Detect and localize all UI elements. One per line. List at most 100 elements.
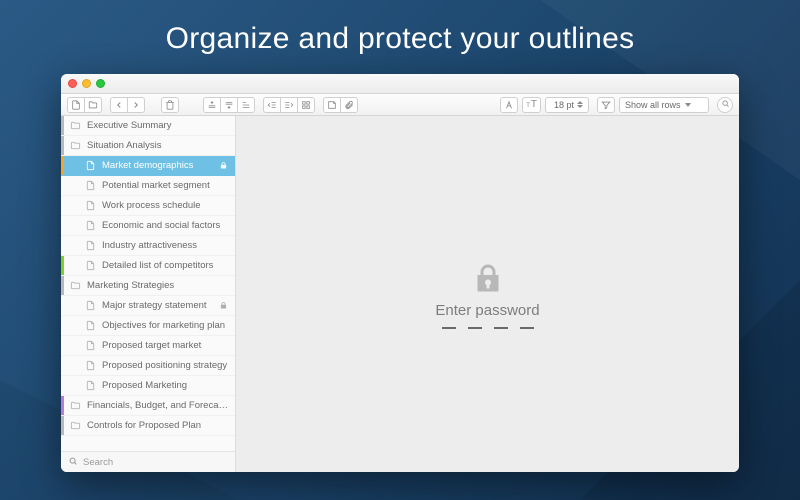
sidebar-item[interactable]: Industry attractiveness — [61, 236, 235, 256]
outdent-button[interactable] — [263, 97, 281, 113]
sidebar-item[interactable]: Economic and social factors — [61, 216, 235, 236]
window-titlebar — [61, 74, 739, 94]
sidebar-item-label: Market demographics — [102, 160, 219, 171]
document-icon — [85, 200, 97, 211]
lock-icon — [219, 301, 229, 310]
nav-back-button[interactable] — [110, 97, 128, 113]
font-size-value: 18 pt — [554, 100, 574, 110]
sidebar-item[interactable]: Controls for Proposed Plan — [61, 416, 235, 436]
sidebar-item[interactable]: Marketing Strategies — [61, 276, 235, 296]
row-below-icon — [224, 100, 234, 110]
sidebar-item-label: Potential market segment — [102, 180, 229, 191]
note-button[interactable] — [323, 97, 341, 113]
group-button[interactable] — [297, 97, 315, 113]
password-prompt: Enter password — [435, 302, 539, 319]
sidebar-item[interactable]: Situation Analysis — [61, 136, 235, 156]
new-document-button[interactable] — [67, 97, 85, 113]
sidebar-item-label: Financials, Budget, and Forecasts — [87, 400, 229, 411]
text-size-button[interactable]: TT — [522, 97, 541, 113]
sidebar-item-label: Controls for Proposed Plan — [87, 420, 229, 431]
sidebar-item-label: Major strategy statement — [102, 300, 219, 311]
row-above-button[interactable] — [203, 97, 221, 113]
lock-icon — [219, 161, 229, 170]
hero-headline-text: Organize and protect your outlines — [166, 22, 635, 55]
window-body: Executive Summary Situation Analysis Marke… — [61, 116, 739, 472]
pin-slot — [442, 327, 456, 329]
sidebar-item-label: Objectives for marketing plan — [102, 320, 229, 331]
window-minimize-button[interactable] — [82, 79, 91, 88]
color-stripe — [61, 416, 64, 435]
sidebar-item[interactable]: Proposed Marketing — [61, 376, 235, 396]
font-icon — [504, 100, 514, 110]
paperclip-icon — [344, 100, 354, 110]
indent-button[interactable] — [280, 97, 298, 113]
font-size-stepper-icon — [577, 101, 583, 108]
document-icon — [85, 180, 97, 191]
filter-button[interactable] — [597, 97, 615, 113]
pin-slot — [494, 327, 508, 329]
document-icon — [71, 100, 81, 110]
sidebar-item-label: Marketing Strategies — [87, 280, 229, 291]
font-style-button[interactable] — [500, 97, 518, 113]
row-child-icon — [241, 100, 251, 110]
sidebar-item[interactable]: Executive Summary — [61, 116, 235, 136]
sidebar-item-label: Executive Summary — [87, 120, 229, 131]
sidebar-item[interactable]: Objectives for marketing plan — [61, 316, 235, 336]
sidebar-item[interactable]: Proposed positioning strategy — [61, 356, 235, 376]
delete-button[interactable] — [161, 97, 179, 113]
search-icon — [68, 456, 78, 469]
attachment-button[interactable] — [340, 97, 358, 113]
font-size-field[interactable]: 18 pt — [545, 97, 589, 113]
sidebar-item[interactable]: Proposed target market — [61, 336, 235, 356]
new-folder-button[interactable] — [84, 97, 102, 113]
document-icon — [85, 160, 97, 171]
color-stripe — [61, 256, 64, 275]
folder-icon — [70, 120, 82, 131]
window-close-button[interactable] — [68, 79, 77, 88]
indent-icon — [284, 100, 294, 110]
toolbar: TT 18 pt Show all rows — [61, 94, 739, 116]
chevron-right-icon — [131, 100, 141, 110]
document-icon — [85, 240, 97, 251]
sidebar-item-label: Proposed target market — [102, 340, 229, 351]
window-zoom-button[interactable] — [96, 79, 105, 88]
document-icon — [85, 340, 97, 351]
folder-icon — [70, 420, 82, 431]
sidebar-item[interactable]: Major strategy statement — [61, 296, 235, 316]
sidebar-item[interactable]: Work process schedule — [61, 196, 235, 216]
outdent-icon — [267, 100, 277, 110]
nav-forward-button[interactable] — [127, 97, 145, 113]
color-stripe — [61, 276, 64, 295]
sidebar-item[interactable]: Financials, Budget, and Forecasts — [61, 396, 235, 416]
folder-icon — [70, 400, 82, 411]
note-icon — [327, 100, 337, 110]
row-below-button[interactable] — [220, 97, 238, 113]
row-child-button[interactable] — [237, 97, 255, 113]
hero-headline: Organize and protect your outlines — [0, 22, 800, 56]
sidebar-item-label: Proposed positioning strategy — [102, 360, 229, 371]
color-stripe — [61, 396, 64, 415]
sidebar-search-placeholder: Search — [83, 457, 113, 468]
sidebar-item[interactable]: Potential market segment — [61, 176, 235, 196]
row-above-icon — [207, 100, 217, 110]
pin-slot — [520, 327, 534, 329]
sidebar-item-label: Situation Analysis — [87, 140, 229, 151]
folder-icon — [70, 280, 82, 291]
document-content: Enter password — [236, 116, 739, 472]
filter-dropdown[interactable]: Show all rows — [619, 97, 709, 113]
sidebar-search[interactable]: Search — [61, 451, 235, 472]
filter-icon — [601, 100, 611, 110]
toolbar-search-button[interactable] — [717, 97, 733, 113]
document-icon — [85, 300, 97, 311]
document-icon — [85, 220, 97, 231]
document-icon — [85, 360, 97, 371]
filter-value: Show all rows — [625, 100, 681, 110]
search-icon — [721, 99, 730, 110]
sidebar-item[interactable]: Detailed list of competitors — [61, 256, 235, 276]
pin-slot — [468, 327, 482, 329]
document-icon — [85, 380, 97, 391]
document-icon — [85, 260, 97, 271]
sidebar-item[interactable]: Market demographics — [61, 156, 235, 176]
password-input[interactable] — [442, 327, 534, 329]
folder-icon — [88, 100, 98, 110]
